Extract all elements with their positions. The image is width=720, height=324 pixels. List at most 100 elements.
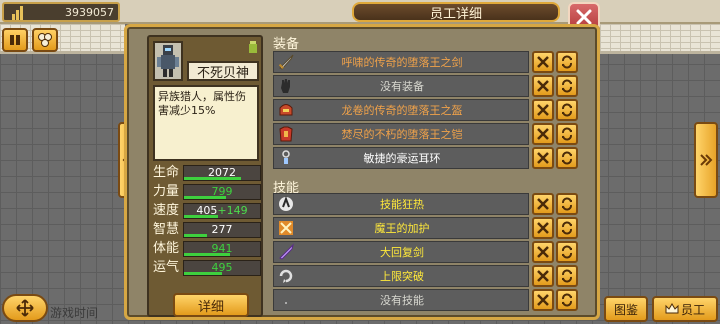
remove-button[interactable] <box>532 289 554 311</box>
skill-breakthrough-icon <box>279 269 293 283</box>
employee-name[interactable]: 不死贝神 <box>187 61 259 81</box>
stat-value-wrap: 799 <box>184 185 260 198</box>
swap-button[interactable] <box>556 75 578 97</box>
close-icon <box>537 222 549 234</box>
employee-portrait <box>153 41 183 81</box>
puzzle-button[interactable] <box>32 28 58 52</box>
move-button[interactable] <box>2 294 48 322</box>
stat-label: 体能 <box>153 241 180 256</box>
close-icon <box>537 128 549 140</box>
equipment-item-slot[interactable]: 敏捷的豪运耳环 <box>273 147 529 169</box>
equipment-item: 敏捷的豪运耳环 <box>273 147 579 169</box>
remove-button[interactable] <box>532 241 554 263</box>
atlas-button[interactable]: 图鉴 <box>604 296 648 322</box>
stat-value: 2072 <box>208 166 236 179</box>
swap-button[interactable] <box>556 51 578 73</box>
remove-button[interactable] <box>532 265 554 287</box>
swap-icon <box>562 293 572 307</box>
stat-bonus: +149 <box>217 204 248 217</box>
swap-button[interactable] <box>556 241 578 263</box>
equipment-item: 呼啸的传奇的堕落王之剑 <box>273 51 579 73</box>
stat-value-wrap: 277 <box>184 223 260 236</box>
skill-item-icon-wrap <box>276 291 296 309</box>
pause-button[interactable] <box>2 28 28 52</box>
equipment-section-title: 装备 <box>273 37 300 52</box>
stat-label: 智慧 <box>153 222 180 237</box>
equipment-item-slot[interactable]: 呼啸的传奇的堕落王之剑 <box>273 51 529 73</box>
close-icon <box>537 270 549 282</box>
equipment-item: 龙卷的传奇的堕落王之盔 <box>273 99 579 121</box>
equipment-item-icon-wrap <box>276 149 296 167</box>
swap-button[interactable] <box>556 265 578 287</box>
skill-item: 没有技能 <box>273 289 579 311</box>
equipment-item-name: 没有装备 <box>380 80 424 93</box>
stat-bar: 2072 <box>183 165 261 181</box>
remove-button[interactable] <box>532 147 554 169</box>
skill-protection-icon <box>279 221 293 235</box>
earring-icon <box>282 150 290 164</box>
stat-bar: 799 <box>183 184 261 200</box>
skill-item-slot[interactable]: 没有技能 <box>273 289 529 311</box>
swap-icon <box>562 197 572 211</box>
swap-icon <box>562 245 572 259</box>
swap-icon <box>562 221 572 235</box>
equipment-item-icon-wrap <box>276 77 296 95</box>
equipment-item-slot[interactable]: 焚尽的不朽的堕落王之铠 <box>273 123 529 145</box>
skill-item-icon-wrap <box>276 267 296 285</box>
equipment-item-slot[interactable]: 没有装备 <box>273 75 529 97</box>
skill-item-slot[interactable]: 魔王的加护 <box>273 217 529 239</box>
stat-value: 941 <box>211 242 233 255</box>
dialog-title: 员工详细 <box>352 2 560 22</box>
detail-button[interactable]: 详细 <box>173 293 249 317</box>
close-icon <box>537 56 549 68</box>
brick-wall-right <box>600 24 720 54</box>
skill-item: 上限突破 <box>273 265 579 287</box>
swap-button[interactable] <box>556 217 578 239</box>
swap-button[interactable] <box>556 147 578 169</box>
atlas-label: 图鉴 <box>613 302 638 317</box>
crown-icon <box>665 303 679 314</box>
remove-button[interactable] <box>532 217 554 239</box>
close-icon <box>537 104 549 116</box>
stat-value: 277 <box>211 223 233 236</box>
remove-button[interactable] <box>532 123 554 145</box>
equipment-item: 焚尽的不朽的堕落王之铠 <box>273 123 579 145</box>
skill-sword-icon <box>279 243 294 260</box>
stat-row: 智慧 277 <box>153 222 261 239</box>
swap-button[interactable] <box>556 289 578 311</box>
swap-button[interactable] <box>556 99 578 121</box>
dialog-title-text: 员工详细 <box>429 6 482 22</box>
armor-icon <box>279 126 293 142</box>
stat-value-wrap: 405+149 <box>184 204 260 217</box>
scroll-right-button[interactable] <box>694 122 718 198</box>
swap-button[interactable] <box>556 193 578 215</box>
remove-button[interactable] <box>532 193 554 215</box>
skill-item-icon-wrap <box>276 195 296 213</box>
skill-item: 魔王的加护 <box>273 217 579 239</box>
close-icon <box>537 80 549 92</box>
stat-row: 生命 2072 <box>153 165 261 182</box>
puzzle-icon <box>38 33 52 47</box>
skill-item-slot[interactable]: 大回复剑 <box>273 241 529 263</box>
stat-value-wrap: 941 <box>184 242 260 255</box>
swap-icon <box>562 269 572 283</box>
swap-button[interactable] <box>556 123 578 145</box>
skill-item-name: 技能狂热 <box>380 198 424 211</box>
equipment-item-slot[interactable]: 龙卷的传奇的堕落王之盔 <box>273 99 529 121</box>
swap-icon <box>562 79 572 93</box>
remove-button[interactable] <box>532 75 554 97</box>
equipment-item-name: 敏捷的豪运耳环 <box>363 152 441 165</box>
staff-button[interactable]: 员工 <box>652 296 718 322</box>
game-time-label: 游戏时间 <box>50 306 99 320</box>
skill-item-name: 大回复剑 <box>380 246 424 259</box>
remove-button[interactable] <box>532 51 554 73</box>
equipment-item-icon-wrap <box>276 125 296 143</box>
skill-item-slot[interactable]: 上限突破 <box>273 265 529 287</box>
skill-item-slot[interactable]: 技能狂热 <box>273 193 529 215</box>
stat-row: 运气 495 <box>153 260 261 277</box>
remove-button[interactable] <box>532 99 554 121</box>
skill-item-name: 魔王的加护 <box>374 222 430 235</box>
lock-icon[interactable] <box>249 41 257 53</box>
equipment-item: 没有装备 <box>273 75 579 97</box>
swap-icon <box>562 151 572 165</box>
